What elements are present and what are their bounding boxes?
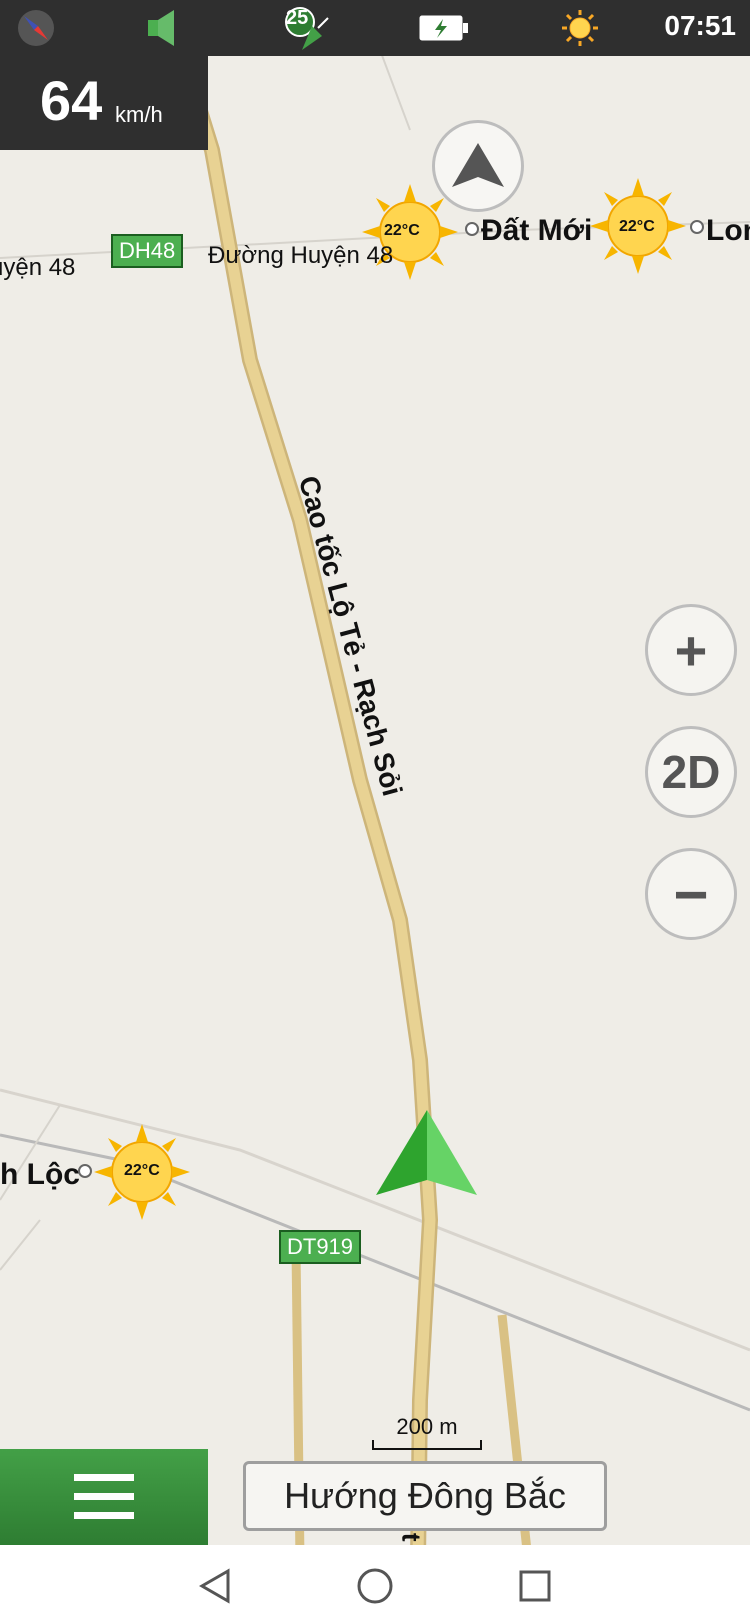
- zoom-out-button[interactable]: −: [645, 848, 737, 940]
- road-label-huyen48: Đường Huyện 48: [208, 242, 394, 269]
- road-shield-dh48: DH48: [111, 234, 184, 268]
- menu-button[interactable]: [0, 1449, 208, 1545]
- back-icon[interactable]: [190, 1561, 240, 1611]
- place-dot: [78, 1164, 92, 1178]
- place-label-loc: h Lộc: [0, 1158, 80, 1191]
- scale-bar: 200 m: [372, 1414, 482, 1450]
- system-nav-bar: [0, 1545, 750, 1624]
- sun-icon: [558, 8, 602, 48]
- north-orientation-button[interactable]: [432, 120, 524, 212]
- clock: 07:51: [664, 10, 736, 41]
- direction-display[interactable]: Hướng Đông Bắc: [243, 1461, 607, 1531]
- view-mode-2d-button[interactable]: 2D: [645, 726, 737, 818]
- north-arrow-icon: [452, 143, 504, 187]
- weather-temp: 22°C: [124, 1162, 160, 1179]
- speed-unit: km/h: [115, 102, 163, 127]
- weather-temp: 22°C: [619, 218, 655, 235]
- speed-display: 64 km/h: [0, 56, 208, 150]
- place-label-lon: Lon: [706, 214, 750, 247]
- place-dot: [465, 222, 479, 236]
- road-shield-dt919: DT919: [279, 1230, 362, 1264]
- compass-icon: [14, 8, 58, 48]
- home-icon[interactable]: [350, 1561, 400, 1611]
- satellite-count: 25: [286, 7, 309, 29]
- minor-road: [0, 1219, 41, 1271]
- battery-charging-icon: [418, 8, 470, 48]
- recents-icon[interactable]: [510, 1561, 560, 1611]
- hamburger-menu-icon: [74, 1474, 134, 1519]
- place-label-dat-moi: Đất Mới: [481, 214, 593, 247]
- weather-temp: 22°C: [384, 222, 420, 239]
- scale-line: [372, 1440, 482, 1450]
- speed-value: 64: [40, 69, 103, 132]
- status-bar: 25 07:51: [0, 0, 750, 56]
- road-label-huyen48-left: uyện 48: [0, 254, 76, 281]
- minor-road: [379, 49, 411, 131]
- place-dot: [690, 220, 704, 234]
- speaker-icon[interactable]: [140, 8, 184, 48]
- scale-label: 200 m: [396, 1414, 458, 1439]
- zoom-in-button[interactable]: +: [645, 604, 737, 696]
